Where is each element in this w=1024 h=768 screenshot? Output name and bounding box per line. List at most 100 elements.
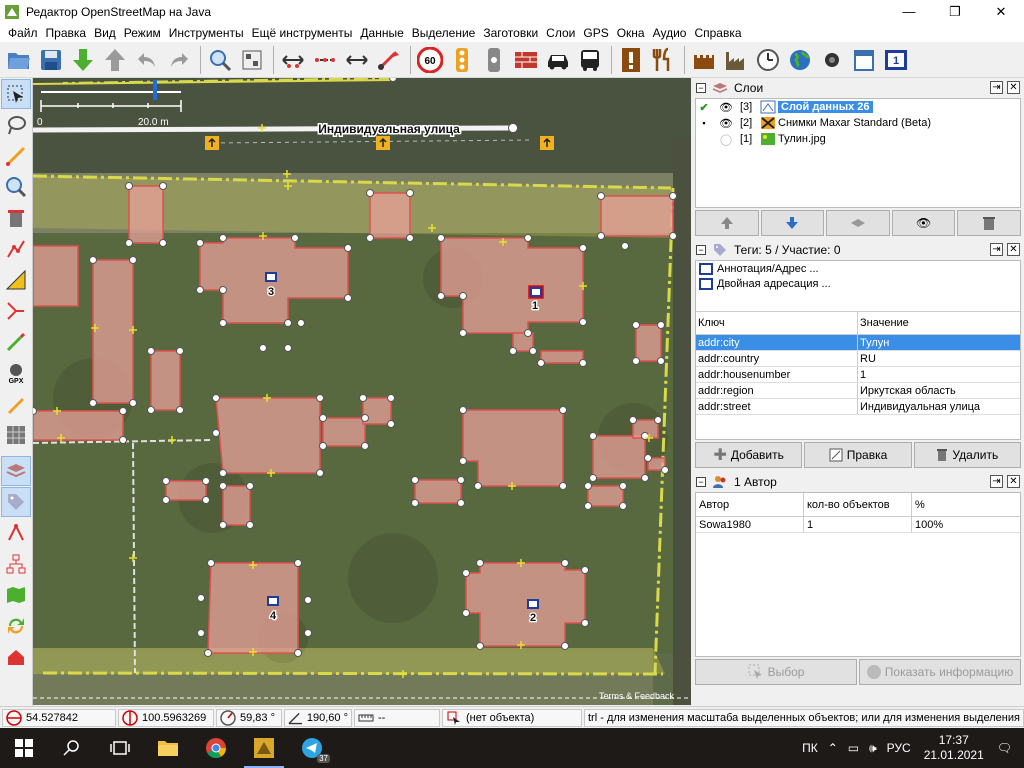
traffic-light-icon[interactable]	[447, 45, 477, 75]
split-icon[interactable]	[1, 296, 31, 326]
collapse-icon[interactable]: −	[696, 477, 706, 487]
telegram-button[interactable]: 37	[288, 728, 336, 768]
redo-icon[interactable]	[164, 45, 194, 75]
menu-presets[interactable]: Заготовки	[479, 26, 542, 40]
network-icon[interactable]: ▭	[848, 741, 859, 755]
menu-layers[interactable]: Слои	[542, 26, 579, 40]
tag-tool-icon[interactable]	[1, 487, 31, 517]
industrial-icon[interactable]	[721, 45, 751, 75]
delete-icon[interactable]	[1, 203, 31, 233]
close-button[interactable]: ✕	[978, 0, 1024, 23]
refresh-icon[interactable]	[1, 611, 31, 641]
josm-taskbar-button[interactable]	[240, 728, 288, 768]
open-icon[interactable]	[4, 45, 34, 75]
save-icon[interactable]	[36, 45, 66, 75]
count-column-header[interactable]: кол-во объектов	[804, 493, 912, 516]
measure-icon[interactable]	[1, 265, 31, 295]
calendar-icon[interactable]	[849, 45, 879, 75]
gpx-icon[interactable]: GPX	[1, 358, 31, 388]
car-icon[interactable]	[543, 45, 573, 75]
collapse-icon[interactable]: −	[696, 245, 706, 255]
speed-limit-icon[interactable]: 60	[415, 45, 445, 75]
preset-link[interactable]: Двойная адресация ...	[696, 276, 1020, 291]
home-icon[interactable]	[1, 642, 31, 672]
percent-column-header[interactable]: %	[912, 493, 1020, 516]
tag-row[interactable]: addr:housenumber 1	[696, 367, 1020, 383]
layer-row[interactable]: ▪ 👁 [2] Снимки Maxar Standard (Beta)	[696, 115, 1020, 131]
visibility-eye-icon[interactable]: 👁	[712, 101, 740, 114]
relation-icon[interactable]	[1, 518, 31, 548]
map-icon[interactable]	[1, 580, 31, 610]
bus-icon[interactable]	[575, 45, 605, 75]
preferences-icon[interactable]	[237, 45, 267, 75]
map-canvas[interactable]: Индивидуальная улица 0 20.0 m 3 1 4 2 Te…	[33, 78, 691, 705]
grid-icon[interactable]	[1, 420, 31, 450]
menu-tools[interactable]: Инструменты	[165, 26, 248, 40]
menu-mode[interactable]: Режим	[120, 26, 165, 40]
undo-icon[interactable]	[132, 45, 162, 75]
maximize-button[interactable]: ❐	[932, 0, 978, 23]
address-icon[interactable]: 1	[881, 45, 911, 75]
tag-row[interactable]: addr:region Иркутская область	[696, 383, 1020, 399]
key-column-header[interactable]: Ключ	[696, 312, 858, 334]
tag-row[interactable]: addr:country RU	[696, 351, 1020, 367]
delete-layer-button[interactable]	[957, 210, 1021, 236]
chevron-up-icon[interactable]: ⌃	[828, 741, 838, 755]
menu-gps[interactable]: GPS	[579, 26, 612, 40]
menu-selection[interactable]: Выделение	[408, 26, 480, 40]
add-tag-button[interactable]: ✚ Добавить	[695, 442, 803, 468]
menu-audio[interactable]: Аудио	[649, 26, 691, 40]
crossing-icon[interactable]	[479, 45, 509, 75]
clock[interactable]: 17:37 21.01.2021	[924, 733, 984, 763]
map-view[interactable]: Индивидуальная улица 0 20.0 m 3 1 4 2 Te…	[33, 78, 691, 705]
show-info-button[interactable]: Показать информацию	[859, 659, 1021, 685]
visibility-eye-icon[interactable]: 👁	[712, 117, 740, 130]
edit-icon[interactable]	[1, 389, 31, 419]
dock-icon[interactable]: ⇥	[990, 81, 1003, 94]
preset-link[interactable]: Аннотация/Адрес ...	[696, 261, 1020, 276]
layers-tool-icon[interactable]	[1, 456, 31, 486]
start-button[interactable]	[0, 728, 48, 768]
chrome-button[interactable]	[192, 728, 240, 768]
delete-tag-button[interactable]: Удалить	[913, 442, 1021, 468]
parallel-icon[interactable]	[1, 234, 31, 264]
search-button[interactable]	[48, 728, 96, 768]
task-view-button[interactable]	[96, 728, 144, 768]
edit-tag-button[interactable]: Правка	[804, 442, 912, 468]
menu-more-tools[interactable]: Ещё инструменты	[248, 26, 357, 40]
tag-row[interactable]: addr:city Тулун	[696, 335, 1020, 351]
tag-row[interactable]: addr:street Индивидуальная улица	[696, 399, 1020, 415]
restaurant-icon[interactable]	[648, 45, 678, 75]
select-icon[interactable]	[1, 79, 31, 109]
input-indicator[interactable]: ПК	[802, 741, 818, 755]
draw-icon[interactable]	[1, 141, 31, 171]
dock-icon[interactable]: ⇥	[990, 243, 1003, 256]
close-panel-icon[interactable]: ✕	[1007, 81, 1020, 94]
download-icon[interactable]	[68, 45, 98, 75]
hidden-eye-icon[interactable]: ◯	[712, 133, 740, 146]
author-row[interactable]: Sowa1980 1 100%	[696, 517, 1020, 533]
clock-icon[interactable]	[753, 45, 783, 75]
globe-icon[interactable]	[785, 45, 815, 75]
select-author-button[interactable]: Выбор	[695, 659, 857, 685]
authors-panel-header[interactable]: − 1 Автор ⇥ ✕	[692, 472, 1024, 492]
mirror-icon[interactable]	[342, 45, 372, 75]
barrier-icon[interactable]	[511, 45, 541, 75]
close-panel-icon[interactable]: ✕	[1007, 475, 1020, 488]
paint-icon[interactable]	[1, 327, 31, 357]
move-down-button[interactable]	[760, 210, 825, 236]
toggle-visibility-button[interactable]: 👁	[891, 210, 956, 236]
value-column-header[interactable]: Значение	[858, 312, 1020, 334]
notifications-icon[interactable]: 🗨	[997, 741, 1012, 755]
menu-help[interactable]: Справка	[690, 26, 745, 40]
zoom-tool-icon[interactable]	[1, 172, 31, 202]
lasso-icon[interactable]	[1, 110, 31, 140]
close-panel-icon[interactable]: ✕	[1007, 243, 1020, 256]
hierarchy-icon[interactable]	[1, 549, 31, 579]
layer-row[interactable]: ✔ 👁 [3] Слой данных 26	[696, 99, 1020, 115]
menu-data[interactable]: Данные	[356, 26, 407, 40]
author-column-header[interactable]: Автор	[696, 493, 804, 516]
castle-icon[interactable]	[689, 45, 719, 75]
language-indicator[interactable]: РУС	[887, 741, 911, 755]
upload-icon[interactable]	[100, 45, 130, 75]
